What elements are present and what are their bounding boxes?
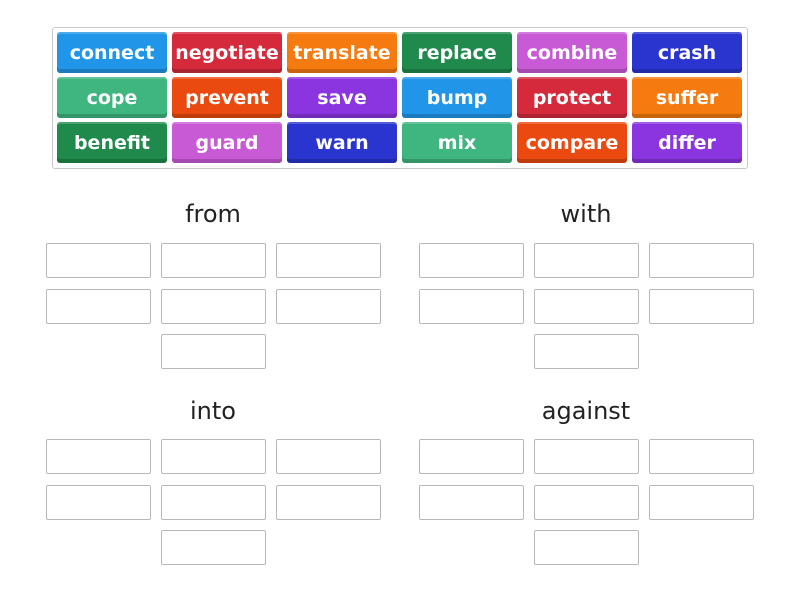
word-tile-negotiate[interactable]: negotiate bbox=[172, 32, 282, 73]
drop-slot-from[interactable] bbox=[161, 288, 266, 324]
drop-slot-against[interactable] bbox=[534, 439, 639, 474]
word-tile-crash[interactable]: crash bbox=[632, 32, 742, 73]
word-tile-suffer[interactable]: suffer bbox=[632, 77, 742, 118]
word-tile-benefit[interactable]: benefit bbox=[57, 122, 167, 163]
word-tile-protect[interactable]: protect bbox=[517, 77, 627, 118]
group-title-from: from bbox=[185, 200, 241, 228]
drop-slot-from[interactable] bbox=[276, 288, 381, 324]
word-tile-guard[interactable]: guard bbox=[172, 122, 282, 163]
word-tile-compare[interactable]: compare bbox=[517, 122, 627, 163]
drop-slot-against[interactable] bbox=[534, 484, 639, 520]
drop-slot-with[interactable] bbox=[649, 243, 754, 278]
word-tile-connect[interactable]: connect bbox=[57, 32, 167, 73]
drop-slot-against[interactable] bbox=[419, 439, 524, 474]
drop-slot-from[interactable] bbox=[46, 288, 151, 324]
drop-slot-into[interactable] bbox=[46, 439, 151, 474]
drop-slot-with[interactable] bbox=[649, 288, 754, 324]
word-tile-differ[interactable]: differ bbox=[632, 122, 742, 163]
drop-slot-against[interactable] bbox=[419, 484, 524, 520]
drop-slot-with[interactable] bbox=[534, 288, 639, 324]
word-tile-bump[interactable]: bump bbox=[402, 77, 512, 118]
drop-slot-into[interactable] bbox=[161, 439, 266, 474]
drop-slot-from[interactable] bbox=[46, 243, 151, 278]
drop-slot-with[interactable] bbox=[534, 243, 639, 278]
word-tile-combine[interactable]: combine bbox=[517, 32, 627, 73]
group-title-into: into bbox=[190, 397, 236, 425]
drop-slot-with[interactable] bbox=[419, 243, 524, 278]
word-tile-warn[interactable]: warn bbox=[287, 122, 397, 163]
drop-slot-from[interactable] bbox=[161, 243, 266, 278]
drop-slot-from[interactable] bbox=[161, 334, 266, 369]
group-title-against: against bbox=[541, 397, 631, 425]
word-tile-save[interactable]: save bbox=[287, 77, 397, 118]
word-tile-mix[interactable]: mix bbox=[402, 122, 512, 163]
drop-slot-into[interactable] bbox=[276, 439, 381, 474]
drop-slot-from[interactable] bbox=[276, 243, 381, 278]
drop-slot-into[interactable] bbox=[161, 484, 266, 520]
drop-slot-into[interactable] bbox=[161, 530, 266, 565]
word-tile-replace[interactable]: replace bbox=[402, 32, 512, 73]
drop-slot-with[interactable] bbox=[419, 288, 524, 324]
drop-slot-against[interactable] bbox=[649, 439, 754, 474]
drop-slot-into[interactable] bbox=[46, 484, 151, 520]
word-tile-prevent[interactable]: prevent bbox=[172, 77, 282, 118]
group-title-with: with bbox=[560, 200, 612, 228]
word-tile-translate[interactable]: translate bbox=[287, 32, 397, 73]
drop-slot-against[interactable] bbox=[649, 484, 754, 520]
drop-slot-against[interactable] bbox=[534, 530, 639, 565]
drop-slot-into[interactable] bbox=[276, 484, 381, 520]
drop-slot-with[interactable] bbox=[534, 334, 639, 369]
word-tile-cope[interactable]: cope bbox=[57, 77, 167, 118]
